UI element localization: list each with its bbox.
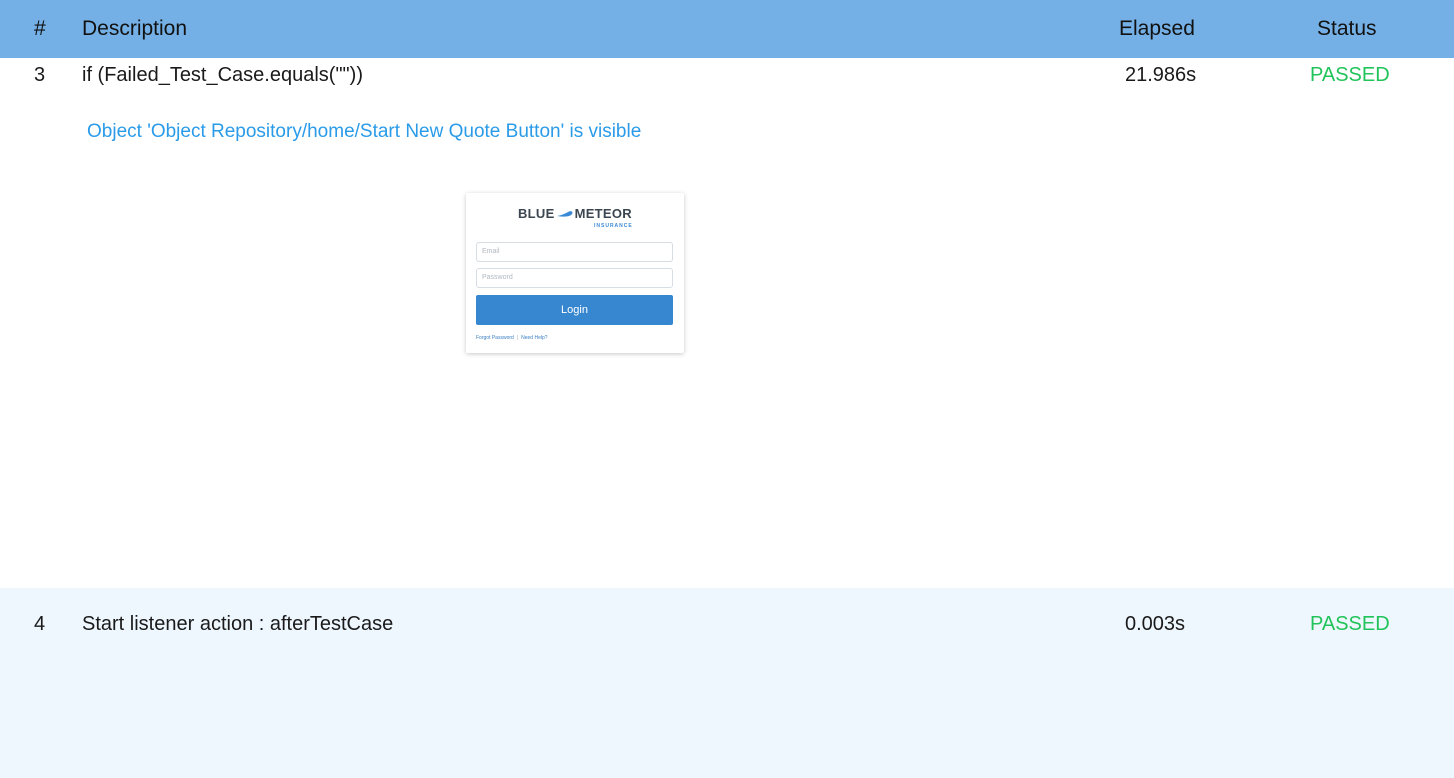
row-number: 3 [34, 64, 46, 86]
login-button[interactable]: Login [476, 295, 673, 325]
need-help-link[interactable]: Need Help? [521, 335, 547, 341]
header-elapsed: Elapsed [1119, 17, 1195, 40]
table-row: 4 Start listener action : afterTestCase … [0, 588, 1454, 778]
password-field[interactable]: Password [476, 268, 673, 288]
logo-text-left: BLUE [517, 206, 555, 221]
logo-subtitle: INSURANCE [594, 223, 633, 229]
row-description: Start listener action : afterTestCase [82, 613, 394, 635]
email-field[interactable]: Email [476, 242, 673, 262]
screenshot-thumbnail[interactable]: BLUE METEOR INSURANCE Email Password Logi… [466, 193, 684, 353]
table-header: # Description Elapsed Status [0, 0, 1454, 58]
blue-meteor-logo: BLUE METEOR [466, 206, 684, 221]
row-status-badge: PASSED [1310, 613, 1390, 635]
meteor-swoosh-icon [556, 210, 573, 217]
forgot-password-link[interactable]: Forgot Password [476, 335, 514, 341]
header-description: Description [82, 17, 188, 40]
row-number: 4 [34, 613, 46, 635]
header-number: # [34, 17, 46, 40]
row-elapsed: 0.003s [1125, 613, 1186, 635]
header-status: Status [1317, 17, 1377, 40]
auth-links: Forgot Password | Need Help? [476, 335, 548, 341]
row-description: if (Failed_Test_Case.equals("")) [82, 64, 363, 86]
row-status-badge: PASSED [1310, 64, 1390, 86]
log-message: Object 'Object Repository/home/Start New… [87, 121, 642, 142]
logo-text-right: METEOR [574, 206, 632, 221]
table-row: 3 if (Failed_Test_Case.equals("")) 21.98… [0, 58, 1454, 588]
link-separator: | [516, 335, 519, 341]
row-elapsed: 21.986s [1125, 64, 1197, 86]
